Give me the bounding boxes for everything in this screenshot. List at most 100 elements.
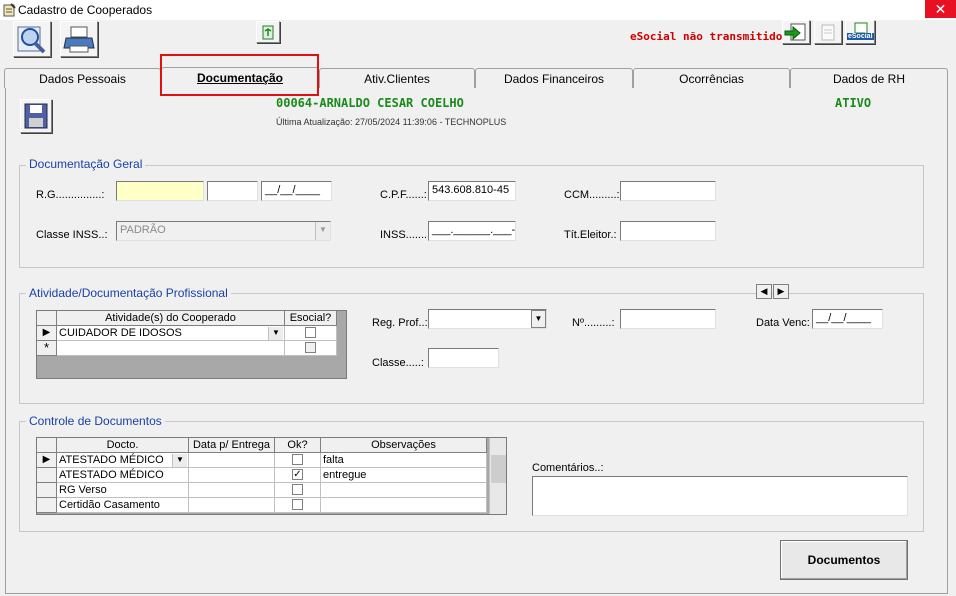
table-row[interactable]: ATESTADO MÉDICO ▼ bbox=[57, 453, 189, 468]
classe-inss-select[interactable]: PADRÃO ▼ bbox=[116, 221, 331, 241]
data-cell[interactable] bbox=[189, 468, 275, 483]
tab-dados-rh[interactable]: Dados de RH bbox=[790, 68, 948, 88]
highlight-box bbox=[160, 54, 319, 96]
rg-date-input[interactable]: __/__/____ bbox=[261, 181, 332, 201]
scrollbar-thumb[interactable] bbox=[491, 455, 506, 483]
docto-cell[interactable]: RG Verso bbox=[57, 483, 189, 498]
cpf-input[interactable]: 543.608.810-45 bbox=[428, 181, 516, 201]
rg-label: R.G...............: bbox=[36, 189, 105, 201]
floppy-disk-icon bbox=[24, 103, 48, 129]
obs-cell[interactable] bbox=[321, 498, 487, 513]
scroll-arrows: ◀ ▶ bbox=[756, 284, 790, 300]
classe-input[interactable] bbox=[428, 348, 499, 368]
classe-label: Classe.....: bbox=[372, 357, 424, 369]
chevron-down-icon[interactable]: ▼ bbox=[315, 222, 330, 240]
vertical-scrollbar[interactable] bbox=[489, 438, 506, 514]
document-edit-icon bbox=[821, 24, 835, 41]
docto-cell: ATESTADO MÉDICO bbox=[59, 454, 164, 466]
window-title: Cadastro de Cooperados bbox=[18, 3, 153, 17]
esocial-status: eSocial não transmitido bbox=[630, 30, 783, 43]
ccm-input[interactable] bbox=[620, 181, 716, 201]
cooperado-status: ATIVO bbox=[835, 96, 872, 110]
controle-grid: Docto. Data p/ Entrega Ok? Observações ▶… bbox=[36, 437, 507, 515]
export-button[interactable] bbox=[782, 20, 810, 44]
ok-checkbox[interactable] bbox=[292, 484, 303, 495]
col-atividade: Atividade(s) do Cooperado bbox=[57, 311, 285, 326]
esocial-checkbox[interactable] bbox=[305, 327, 316, 338]
inss-label: INSS.......: bbox=[380, 229, 431, 241]
rg-input[interactable] bbox=[116, 181, 204, 201]
obs-cell[interactable]: falta bbox=[321, 453, 487, 468]
col-esocial: Esocial? bbox=[285, 311, 337, 326]
recycle-bin-icon bbox=[262, 25, 274, 40]
title-bar: Cadastro de Cooperados ✕ bbox=[0, 0, 956, 20]
reg-prof-select[interactable]: ▼ bbox=[428, 309, 547, 329]
ok-cell: ✓ bbox=[275, 468, 321, 483]
row-selector[interactable] bbox=[37, 468, 57, 483]
tab-dados-pessoais[interactable]: Dados Pessoais bbox=[4, 68, 161, 88]
arrow-right-icon[interactable]: ▶ bbox=[773, 284, 789, 299]
print-button[interactable] bbox=[60, 21, 98, 57]
ok-checkbox[interactable] bbox=[292, 454, 303, 465]
new-row-marker: * bbox=[37, 341, 57, 356]
grid-corner bbox=[37, 311, 57, 326]
esocial-button[interactable]: eSocial bbox=[845, 20, 875, 44]
titulo-eleitor-label: Tít.Eleitor.: bbox=[564, 229, 617, 241]
tab-dados-financeiros[interactable]: Dados Financeiros bbox=[475, 68, 633, 88]
search-icon bbox=[17, 26, 46, 54]
numero-input[interactable] bbox=[620, 309, 716, 329]
col-data-entrega: Data p/ Entrega bbox=[189, 438, 275, 453]
esocial-label: eSocial bbox=[847, 33, 874, 40]
new-row-cell[interactable] bbox=[57, 341, 285, 356]
doc-geral-legend: Documentação Geral bbox=[26, 157, 146, 171]
row-selector-icon[interactable]: ▶ bbox=[37, 453, 57, 468]
tab-ativ-clientes[interactable]: Ativ.Clientes bbox=[319, 68, 475, 88]
ok-checkbox[interactable] bbox=[292, 499, 303, 510]
classe-inss-label: Classe INSS..: bbox=[36, 229, 108, 241]
titulo-eleitor-input[interactable] bbox=[620, 221, 716, 241]
row-selector-icon[interactable]: ▶ bbox=[37, 326, 57, 341]
comentarios-textarea[interactable] bbox=[532, 476, 908, 516]
obs-cell[interactable]: entregue bbox=[321, 468, 487, 483]
col-ok: Ok? bbox=[275, 438, 321, 453]
cooperado-name: 00064-ARNALDO CESAR COELHO bbox=[276, 96, 464, 110]
docto-cell[interactable]: ATESTADO MÉDICO bbox=[57, 468, 189, 483]
save-button[interactable] bbox=[20, 99, 52, 133]
classe-inss-value: PADRÃO bbox=[120, 224, 166, 236]
last-update: Última Atualização: 27/05/2024 11:39:06 … bbox=[276, 117, 507, 127]
arrow-left-icon[interactable]: ◀ bbox=[756, 284, 772, 299]
data-venc-input[interactable]: __/__/____ bbox=[812, 309, 883, 329]
close-button[interactable]: ✕ bbox=[925, 0, 956, 18]
col-docto: Docto. bbox=[57, 438, 189, 453]
chevron-down-icon[interactable]: ▼ bbox=[531, 310, 546, 328]
atividade-legend: Atividade/Documentação Profissional bbox=[26, 286, 231, 300]
rg-orgao-input[interactable] bbox=[207, 181, 258, 201]
chevron-down-icon[interactable]: ▼ bbox=[172, 454, 187, 467]
data-cell[interactable] bbox=[189, 498, 275, 513]
recycle-button[interactable] bbox=[256, 21, 280, 43]
table-row[interactable]: CUIDADOR DE IDOSOS ▼ bbox=[57, 326, 285, 341]
new-esocial-checkbox[interactable] bbox=[305, 342, 316, 353]
atividade-cell: CUIDADOR DE IDOSOS bbox=[59, 327, 182, 339]
esocial-cell bbox=[285, 326, 337, 341]
search-button[interactable] bbox=[13, 21, 51, 57]
tab-ocorrencias[interactable]: Ocorrências bbox=[633, 68, 790, 88]
data-cell[interactable] bbox=[189, 453, 275, 468]
row-selector[interactable] bbox=[37, 483, 57, 498]
chevron-down-icon[interactable]: ▼ bbox=[268, 327, 283, 340]
ok-checkbox-checked[interactable]: ✓ bbox=[292, 469, 303, 480]
new-esocial-cell bbox=[285, 341, 337, 356]
comentarios-label: Comentários..: bbox=[532, 462, 604, 474]
docto-cell[interactable]: Certidão Casamento bbox=[57, 498, 189, 513]
obs-cell[interactable] bbox=[321, 483, 487, 498]
controle-legend: Controle de Documentos bbox=[26, 414, 165, 428]
data-venc-label: Data Venc: bbox=[756, 317, 810, 329]
edit-disabled-button[interactable] bbox=[814, 20, 842, 44]
data-cell[interactable] bbox=[189, 483, 275, 498]
documentos-button[interactable]: Documentos bbox=[780, 540, 908, 580]
row-selector[interactable] bbox=[37, 498, 57, 513]
printer-icon bbox=[63, 26, 95, 53]
inss-input[interactable]: ___.______.___-_ bbox=[428, 221, 516, 241]
app-icon bbox=[3, 3, 16, 17]
atividade-grid: Atividade(s) do Cooperado Esocial? ▶ CUI… bbox=[36, 310, 347, 379]
